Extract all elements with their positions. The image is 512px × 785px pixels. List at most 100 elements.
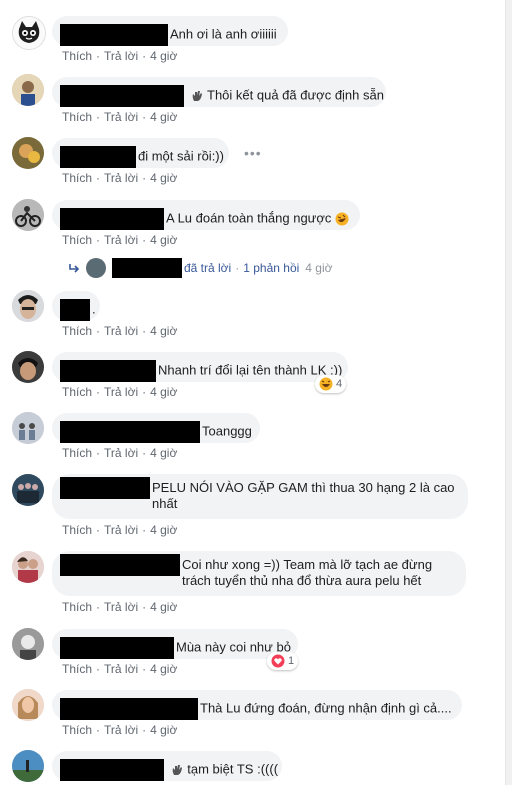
person-avatar-icon	[12, 74, 44, 106]
like-link[interactable]: Thích	[62, 110, 92, 124]
avatar[interactable]	[12, 412, 44, 444]
like-link[interactable]: Thích	[62, 662, 92, 676]
redacted-name[interactable]	[60, 299, 90, 321]
like-link[interactable]: Thích	[62, 385, 92, 399]
separator: ·	[142, 600, 147, 614]
timestamp[interactable]: 4 giờ	[150, 171, 177, 185]
timestamp[interactable]: 4 giờ	[150, 49, 177, 63]
comment-bubble: Mùa này coi như bỏ	[52, 629, 298, 659]
avatar[interactable]	[12, 689, 44, 721]
redacted-name[interactable]	[60, 208, 164, 230]
person-avatar-icon	[12, 351, 44, 383]
comment-bubble: A Lu đoán toàn thắng ngược	[52, 200, 360, 230]
redacted-name[interactable]	[60, 85, 184, 107]
reply-text: đã trả lời	[184, 261, 232, 275]
redacted-name[interactable]	[60, 637, 174, 659]
separator: ·	[142, 385, 147, 399]
avatar[interactable]	[12, 351, 44, 383]
like-link[interactable]: Thích	[62, 233, 92, 247]
comment-text: tạm biệt TS :((((	[187, 761, 279, 777]
comment-actions: Thích · Trả lời · 4 giờ	[62, 662, 177, 676]
separator: ·	[96, 446, 101, 460]
avatar[interactable]	[12, 750, 44, 782]
comment-bubble: PELU NÓI VÀO GẶP GAM thì thua 30 hạng 2 …	[52, 474, 468, 519]
like-link[interactable]: Thích	[62, 446, 92, 460]
view-replies-link[interactable]: đã trả lời · 1 phản hồi 4 giờ	[68, 258, 333, 278]
timestamp[interactable]: 4 giờ	[150, 110, 177, 124]
timestamp[interactable]: 4 giờ	[150, 662, 177, 676]
separator: ·	[142, 446, 147, 460]
timestamp[interactable]: 4 giờ	[150, 233, 177, 247]
heart-reaction-icon	[271, 654, 285, 668]
redacted-name[interactable]	[60, 759, 164, 781]
avatar[interactable]	[12, 74, 44, 106]
separator: ·	[96, 324, 101, 338]
like-link[interactable]: Thích	[62, 324, 92, 338]
reply-link[interactable]: Trả lời	[104, 171, 138, 185]
scrollbar[interactable]	[505, 0, 512, 785]
avatar[interactable]	[12, 474, 44, 506]
reply-link[interactable]: Trả lời	[104, 110, 138, 124]
avatar[interactable]	[12, 551, 44, 583]
timestamp[interactable]: 4 giờ	[150, 523, 177, 537]
separator: ·	[96, 385, 101, 399]
reply-link[interactable]: Trả lời	[104, 523, 138, 537]
reply-link[interactable]: Trả lời	[104, 446, 138, 460]
like-link[interactable]: Thích	[62, 600, 92, 614]
cat-avatar-icon	[13, 17, 45, 49]
avatar[interactable]	[12, 137, 44, 169]
comment-text: Thà Lu đứng đoán, đừng nhận định gì cả..…	[200, 700, 452, 716]
couple-avatar-icon	[12, 551, 44, 583]
rofl-emoji-icon	[335, 212, 349, 226]
timestamp[interactable]: 4 giờ	[150, 600, 177, 614]
redacted-name[interactable]	[60, 421, 200, 443]
reply-count[interactable]: 1 phản hồi	[243, 261, 299, 275]
reply-link[interactable]: Trả lời	[104, 324, 138, 338]
reaction-summary[interactable]: 4	[315, 375, 347, 393]
comment-text: Nhanh trí đổi lại tên thành LK :))	[158, 362, 343, 378]
comment-bubble: Thà Lu đứng đoán, đừng nhận định gì cả..…	[52, 690, 462, 720]
avatar[interactable]	[12, 290, 44, 322]
comment-actions: Thích · Trả lời · 4 giờ	[62, 171, 177, 185]
redacted-name[interactable]	[60, 477, 150, 499]
like-link[interactable]: Thích	[62, 171, 92, 185]
waving-hand-icon	[172, 765, 182, 775]
waving-hand-icon	[192, 91, 202, 101]
comment-bubble: Toanggg	[52, 413, 260, 443]
timestamp[interactable]: 4 giờ	[150, 385, 177, 399]
redacted-name[interactable]	[60, 554, 180, 576]
like-link[interactable]: Thích	[62, 723, 92, 737]
reply-link[interactable]: Trả lời	[104, 662, 138, 676]
reply-avatar[interactable]	[86, 258, 106, 278]
separator: ·	[96, 523, 101, 537]
redacted-name[interactable]	[60, 360, 156, 382]
avatar[interactable]	[12, 16, 46, 50]
reply-link[interactable]: Trả lời	[104, 233, 138, 247]
reaction-count: 4	[336, 378, 343, 390]
avatar[interactable]	[12, 199, 44, 231]
comment-text: Coi như xong =)) Team mà lỡ tạch ae đừng…	[182, 557, 433, 588]
timestamp[interactable]: 4 giờ	[150, 446, 177, 460]
comment-text: Toanggg	[202, 423, 252, 439]
redacted-name[interactable]	[112, 258, 182, 278]
comment-actions: Thích · Trả lời · 4 giờ	[62, 723, 177, 737]
like-link[interactable]: Thích	[62, 523, 92, 537]
more-options-icon[interactable]: •••	[244, 145, 262, 161]
separator: ·	[142, 49, 147, 63]
avatar[interactable]	[12, 628, 44, 660]
redacted-name[interactable]	[60, 24, 168, 46]
reply-link[interactable]: Trả lời	[104, 49, 138, 63]
timestamp[interactable]: 4 giờ	[150, 723, 177, 737]
separator: ·	[96, 233, 101, 247]
redacted-name[interactable]	[60, 698, 198, 720]
reply-link[interactable]: Trả lời	[104, 723, 138, 737]
reply-link[interactable]: Trả lời	[104, 600, 138, 614]
reaction-summary[interactable]: 1	[267, 652, 299, 670]
comment-bubble: đi một sải rồi:))	[52, 138, 229, 168]
timestamp[interactable]: 4 giờ	[150, 324, 177, 338]
redacted-name[interactable]	[60, 146, 136, 168]
reply-link[interactable]: Trả lời	[104, 385, 138, 399]
comment-bubble: Thôi kết quả đã được định sẵn	[52, 77, 386, 107]
comment-actions: Thích · Trả lời · 4 giờ	[62, 324, 177, 338]
like-link[interactable]: Thích	[62, 49, 92, 63]
